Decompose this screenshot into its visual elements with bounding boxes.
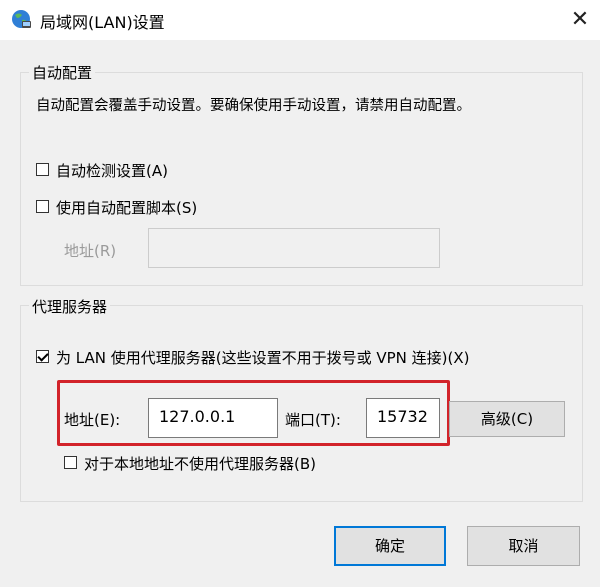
auto-detect-checkbox[interactable] [36,163,49,176]
auto-config-description: 自动配置会覆盖手动设置。要确保使用手动设置，请禁用自动配置。 [36,98,471,114]
auto-config-group-title: 自动配置 [29,62,96,83]
proxy-address-input[interactable]: 127.0.0.1 [148,398,278,438]
use-script-checkbox[interactable] [36,200,49,213]
use-proxy-checkbox[interactable] [36,350,49,363]
use-proxy-checkbox-row[interactable]: 为 LAN 使用代理服务器(这些设置不用于拨号或 VPN 连接)(X) [36,347,516,367]
use-script-label: 使用自动配置脚本(S) [56,199,198,217]
close-icon[interactable]: ✕ [566,6,594,34]
auto-detect-label: 自动检测设置(A) [56,162,168,180]
script-address-label: 地址(R) [64,242,117,260]
ok-button[interactable]: 确定 [334,526,446,566]
cancel-button[interactable]: 取消 [467,526,580,566]
window-title: 局域网(LAN)设置 [40,13,165,32]
title-bar: 局域网(LAN)设置 ✕ [0,0,600,40]
globe-network-icon [12,10,31,28]
advanced-button[interactable]: 高级(C) [449,401,565,437]
bypass-local-checkbox-row[interactable]: 对于本地地址不使用代理服务器(B) [64,453,354,473]
bypass-local-label: 对于本地地址不使用代理服务器(B) [84,455,316,473]
auto-detect-checkbox-row[interactable]: 自动检测设置(A) [36,160,196,180]
use-proxy-label: 为 LAN 使用代理服务器(这些设置不用于拨号或 VPN 连接)(X) [56,349,470,367]
proxy-group-title: 代理服务器 [29,296,111,317]
bypass-local-checkbox[interactable] [64,456,77,469]
proxy-port-input[interactable]: 15732 [366,398,440,438]
proxy-port-label: 端口(T): [285,411,341,429]
proxy-address-label: 地址(E): [64,411,121,429]
script-address-input[interactable] [148,228,440,268]
use-script-checkbox-row[interactable]: 使用自动配置脚本(S) [36,197,226,217]
